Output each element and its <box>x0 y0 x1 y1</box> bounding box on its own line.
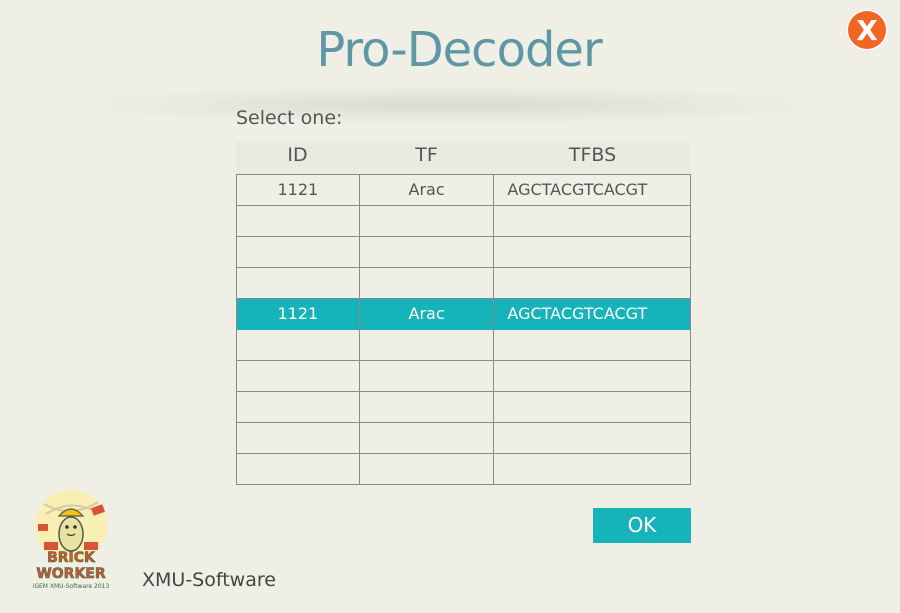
cell-tf: Arac <box>359 175 495 206</box>
results-table: 1121 Arac AGCTACGTCACGT 1121 Arac AGCTAC… <box>236 174 691 485</box>
cell-tfbs <box>494 392 691 423</box>
table-row[interactable] <box>237 330 691 361</box>
cell-tfbs <box>494 206 691 237</box>
close-icon: X <box>856 13 878 47</box>
table-row[interactable] <box>237 268 691 299</box>
cell-tf <box>359 454 495 485</box>
cell-tf <box>359 237 495 268</box>
table-row[interactable] <box>237 361 691 392</box>
cell-tf: Arac <box>359 299 495 330</box>
cell-id <box>237 268 360 299</box>
cell-tfbs: AGCTACGTCACGT <box>494 175 691 206</box>
table-row[interactable] <box>237 237 691 268</box>
title-shadow <box>60 85 840 125</box>
cell-tfbs: AGCTACGTCACGT <box>494 299 691 330</box>
cell-id <box>237 237 360 268</box>
logo-line2: WORKER <box>36 566 106 582</box>
cell-id <box>237 423 360 454</box>
cell-tfbs <box>494 330 691 361</box>
cell-tf <box>359 330 495 361</box>
cell-id <box>237 392 360 423</box>
table-header: ID TF TFBS <box>236 141 691 174</box>
ok-button[interactable]: OK <box>593 508 691 543</box>
company-name: XMU-Software <box>142 569 276 591</box>
cell-id <box>237 206 360 237</box>
table-row[interactable] <box>237 423 691 454</box>
cell-tfbs <box>494 423 691 454</box>
cell-tfbs <box>494 268 691 299</box>
table-row[interactable] <box>237 392 691 423</box>
cell-tfbs <box>494 361 691 392</box>
cell-id <box>237 454 360 485</box>
logo-line1: BRICK <box>47 550 96 566</box>
table-row[interactable] <box>237 454 691 485</box>
column-header-id: ID <box>287 144 308 166</box>
app-title: Pro-Decoder <box>316 22 602 78</box>
close-button[interactable]: X <box>846 9 888 51</box>
cell-tf <box>359 361 495 392</box>
table-row[interactable]: 1121 Arac AGCTACGTCACGT <box>237 175 691 206</box>
select-prompt: Select one: <box>236 107 343 129</box>
brick-worker-logo: BRICK WORKER iGEM XMU-Software 2013 <box>33 490 110 590</box>
cell-id: 1121 <box>237 175 360 206</box>
cell-id: 1121 <box>237 299 360 330</box>
table-row[interactable] <box>237 206 691 237</box>
cell-id <box>237 361 360 392</box>
logo-caption: iGEM XMU-Software 2013 <box>33 583 110 590</box>
cell-tf <box>359 206 495 237</box>
table-row-selected[interactable]: 1121 Arac AGCTACGTCACGT <box>237 299 691 330</box>
cell-tf <box>359 423 495 454</box>
cell-tf <box>359 268 495 299</box>
column-header-tf: TF <box>415 144 438 166</box>
column-header-tfbs: TFBS <box>568 144 617 166</box>
cell-tfbs <box>494 454 691 485</box>
cell-tf <box>359 392 495 423</box>
cell-id <box>237 330 360 361</box>
cell-tfbs <box>494 237 691 268</box>
